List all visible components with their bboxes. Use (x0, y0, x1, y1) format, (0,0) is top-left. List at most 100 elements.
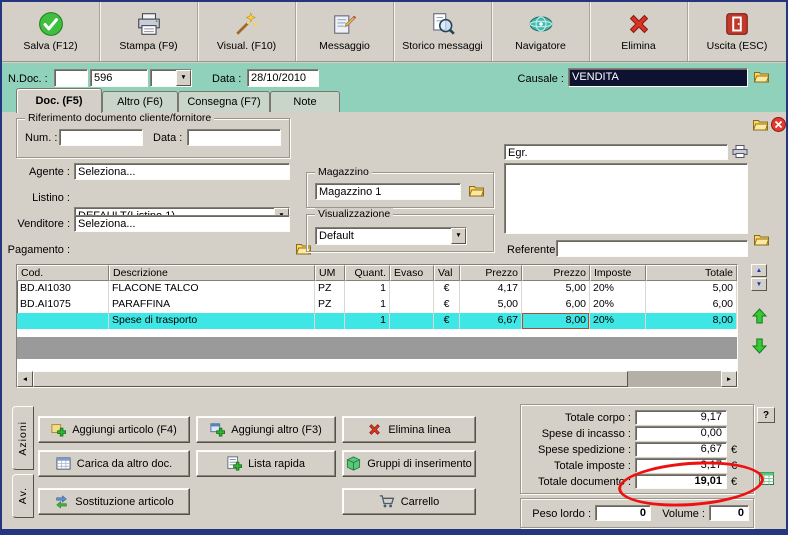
cell-um[interactable]: PZ (315, 297, 345, 313)
grid-row-selected[interactable]: Spese di trasporto 1 € 6,67 8,00 20% 8,0… (17, 313, 737, 329)
magazzino-folder-icon[interactable] (469, 184, 484, 197)
causale-field[interactable]: VENDITA (568, 68, 748, 87)
scrollbar-thumb[interactable] (33, 371, 628, 387)
col-header-cod[interactable]: Cod. (17, 265, 109, 281)
cell-descrizione[interactable]: FLACONE TALCO (109, 281, 315, 297)
scroll-right-icon[interactable]: ► (721, 371, 737, 387)
cell-cod[interactable]: BD.AI1075 (17, 297, 109, 313)
toolbar-button-salva[interactable]: Salva (F12) (2, 2, 100, 61)
cell-totale[interactable]: 6,00 (646, 297, 737, 313)
cell-quant[interactable]: 1 (345, 297, 390, 313)
referente-folder-icon[interactable] (754, 233, 769, 246)
scroll-left-icon[interactable]: ◄ (17, 371, 33, 387)
chevron-down-icon[interactable]: ▼ (451, 228, 466, 244)
magazzino-field[interactable]: Magazzino 1 (315, 183, 461, 200)
cell-totale[interactable]: 5,00 (646, 281, 737, 297)
tab-doc[interactable]: Doc. (F5) (16, 88, 102, 113)
visualizzazione-combobox[interactable]: Default ▼ (315, 227, 467, 245)
cell-evaso[interactable] (390, 281, 434, 297)
side-tab-av[interactable]: Av. (12, 474, 34, 518)
side-tab-azioni[interactable]: Azioni (12, 406, 34, 470)
row-move-up-icon[interactable] (752, 308, 767, 324)
cell-val[interactable]: € (434, 313, 460, 329)
cell-cod[interactable] (17, 313, 109, 329)
ndoc-series-field[interactable] (54, 69, 88, 87)
col-header-prezzo2[interactable]: Prezzo (522, 265, 590, 281)
grid-horizontal-scrollbar[interactable]: ◄ ► (17, 371, 737, 387)
cell-prezzo1[interactable]: 6,67 (460, 313, 522, 329)
tab-consegna[interactable]: Consegna (F7) (178, 91, 270, 112)
col-header-quant[interactable]: Quant. (345, 265, 390, 281)
cell-prezzo2-focused[interactable]: 8,00 (522, 313, 590, 329)
cell-prezzo2[interactable]: 6,00 (522, 297, 590, 313)
totals-detail-grid-icon[interactable] (759, 472, 774, 485)
help-button[interactable]: ? (757, 407, 775, 423)
venditore-field[interactable]: Seleziona... (74, 215, 290, 232)
grid-scroll-down-button[interactable]: ▼ (751, 278, 767, 291)
toolbar-button-visual[interactable]: Visual. (F10) (198, 2, 296, 61)
col-header-um[interactable]: UM (315, 265, 345, 281)
cell-totale[interactable]: 8,00 (646, 313, 737, 329)
riferimento-data-field[interactable] (187, 129, 281, 146)
cell-cod[interactable]: BD.AI1030 (17, 281, 109, 297)
grid-scroll-up-button[interactable]: ▲ (751, 264, 767, 277)
row-move-down-icon[interactable] (752, 338, 767, 354)
carrello-button[interactable]: Carrello (342, 488, 476, 515)
riferimento-num-field[interactable] (59, 129, 143, 146)
cell-quant[interactable]: 1 (345, 313, 390, 329)
tab-note[interactable]: Note (270, 91, 340, 112)
cell-evaso[interactable] (390, 297, 434, 313)
toolbar-button-elimina[interactable]: Elimina (590, 2, 688, 61)
destinatario-notes[interactable] (504, 163, 748, 234)
scrollbar-track[interactable] (628, 371, 721, 387)
grid-row[interactable]: BD.AI1030 FLACONE TALCO PZ 1 € 4,17 5,00… (17, 281, 737, 297)
toolbar-button-navigatore[interactable]: Navigatore (492, 2, 590, 61)
cell-descrizione[interactable]: Spese di trasporto (109, 313, 315, 329)
destinatario-clear-icon[interactable] (771, 117, 786, 132)
toolbar-button-storico-messaggi[interactable]: Storico messaggi (394, 2, 492, 61)
pagamento-label: Pagamento : (7, 244, 70, 256)
grid-row[interactable]: BD.AI1075 PARAFFINA PZ 1 € 5,00 6,00 20%… (17, 297, 737, 313)
aggiungi-articolo-button[interactable]: Aggiungi articolo (F4) (38, 416, 190, 443)
causale-folder-icon[interactable] (754, 70, 769, 83)
cell-descrizione[interactable]: PARAFFINA (109, 297, 315, 313)
col-header-evaso[interactable]: Evaso (390, 265, 434, 281)
cell-evaso[interactable] (390, 313, 434, 329)
destinatario-intestazione-field[interactable]: Egr. (504, 144, 728, 160)
data-field[interactable]: 28/10/2010 (247, 69, 319, 87)
col-header-imposte[interactable]: Imposte (590, 265, 646, 281)
cell-um[interactable]: PZ (315, 281, 345, 297)
tab-altro[interactable]: Altro (F6) (102, 91, 178, 112)
ndoc-combobox[interactable]: ▼ (150, 69, 192, 87)
col-header-prezzo1[interactable]: Prezzo (460, 265, 522, 281)
cell-imposte[interactable]: 20% (590, 313, 646, 329)
cell-val[interactable]: € (434, 297, 460, 313)
cell-um[interactable] (315, 313, 345, 329)
destinatario-printer-icon[interactable] (732, 144, 748, 159)
cell-val[interactable]: € (434, 281, 460, 297)
toolbar-button-label: Navigatore (515, 40, 566, 52)
carica-da-altro-doc-button[interactable]: Carica da altro doc. (38, 450, 190, 477)
lista-rapida-button[interactable]: Lista rapida (196, 450, 336, 477)
cell-imposte[interactable]: 20% (590, 281, 646, 297)
col-header-descrizione[interactable]: Descrizione (109, 265, 315, 281)
col-header-totale[interactable]: Totale (646, 265, 737, 281)
toolbar-button-uscita[interactable]: Uscita (ESC) (688, 2, 786, 61)
cell-quant[interactable]: 1 (345, 281, 390, 297)
referente-field[interactable] (556, 240, 748, 257)
gruppi-di-inserimento-button[interactable]: Gruppi di inserimento (342, 450, 476, 477)
col-header-val[interactable]: Val (434, 265, 460, 281)
cell-prezzo1[interactable]: 5,00 (460, 297, 522, 313)
destinatario-folder-icon[interactable] (753, 118, 768, 131)
agente-field[interactable]: Seleziona... (74, 163, 290, 180)
cell-prezzo2[interactable]: 5,00 (522, 281, 590, 297)
cell-imposte[interactable]: 20% (590, 297, 646, 313)
cell-prezzo1[interactable]: 4,17 (460, 281, 522, 297)
chevron-down-icon[interactable]: ▼ (176, 70, 191, 86)
ndoc-number-field[interactable]: 596 (90, 69, 148, 87)
toolbar-button-stampa[interactable]: Stampa (F9) (100, 2, 198, 61)
sostituzione-articolo-button[interactable]: Sostituzione articolo (38, 488, 190, 515)
elimina-linea-button[interactable]: Elimina linea (342, 416, 476, 443)
toolbar-button-messaggio[interactable]: Messaggio (296, 2, 394, 61)
aggiungi-altro-button[interactable]: Aggiungi altro (F3) (196, 416, 336, 443)
